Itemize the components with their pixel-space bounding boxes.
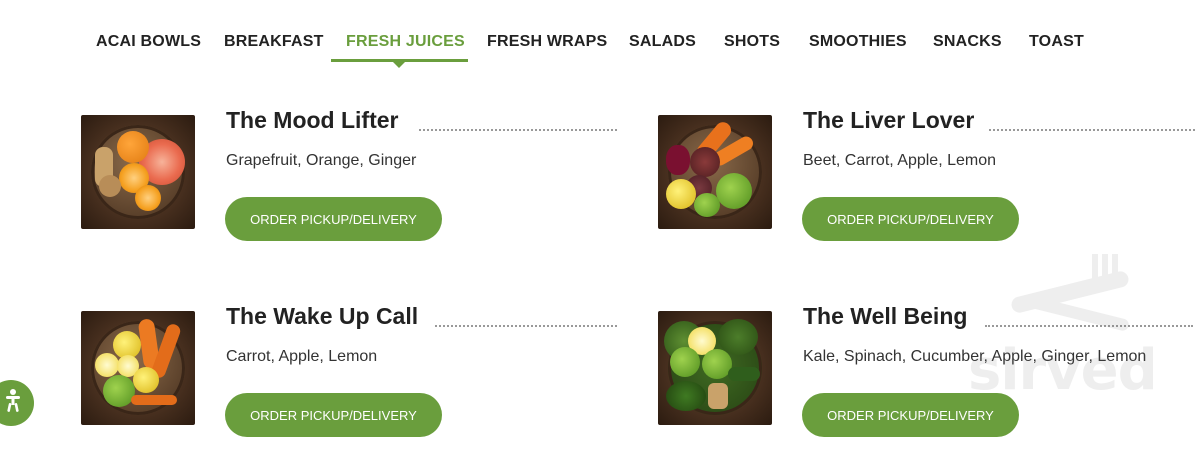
item-ingredients: Carrot, Apple, Lemon xyxy=(226,348,378,365)
tab-acai-bowls[interactable]: ACAI BOWLS xyxy=(96,33,201,51)
active-tab-caret-icon xyxy=(393,62,405,68)
tab-salads[interactable]: SALADS xyxy=(629,33,696,51)
divider-dots xyxy=(419,129,617,131)
accessibility-button[interactable] xyxy=(0,380,34,426)
menu-item: The Mood Lifter Grapefruit, Orange, Ging… xyxy=(81,107,641,255)
watermark-text: sirved xyxy=(968,338,1158,403)
accessibility-person-icon xyxy=(6,389,20,412)
item-name: The Mood Lifter xyxy=(226,107,399,133)
sirved-watermark: sirved xyxy=(960,250,1160,420)
menu-item: The Liver Lover Beet, Carrot, Apple, Lem… xyxy=(658,107,1204,255)
item-image xyxy=(658,115,772,229)
tab-shots[interactable]: SHOTS xyxy=(724,33,780,51)
item-image xyxy=(81,311,195,425)
tab-smoothies[interactable]: SMOOTHIES xyxy=(809,33,907,51)
item-name: The Liver Lover xyxy=(803,107,975,133)
tab-fresh-juices[interactable]: FRESH JUICES xyxy=(346,33,465,51)
divider-dots xyxy=(435,325,617,327)
tab-toast[interactable]: TOAST xyxy=(1029,33,1084,51)
item-image xyxy=(81,115,195,229)
order-pickup-delivery-button[interactable]: ORDER PICKUP/DELIVERY xyxy=(802,197,1019,241)
order-pickup-delivery-button[interactable]: ORDER PICKUP/DELIVERY xyxy=(225,197,442,241)
divider-dots xyxy=(989,129,1195,131)
item-name: The Well Being xyxy=(803,303,968,329)
item-name: The Wake Up Call xyxy=(226,303,419,329)
order-pickup-delivery-button[interactable]: ORDER PICKUP/DELIVERY xyxy=(225,393,442,437)
tab-fresh-wraps[interactable]: FRESH WRAPS xyxy=(487,33,607,51)
menu-item: The Wake Up Call Carrot, Apple, Lemon OR… xyxy=(81,303,641,451)
tab-snacks[interactable]: SNACKS xyxy=(933,33,1002,51)
item-ingredients: Grapefruit, Orange, Ginger xyxy=(226,152,417,169)
category-tabs: ACAI BOWLS BREAKFAST FRESH JUICES FRESH … xyxy=(0,0,1204,70)
tab-breakfast[interactable]: BREAKFAST xyxy=(224,33,324,51)
item-image xyxy=(658,311,772,425)
item-ingredients: Beet, Carrot, Apple, Lemon xyxy=(803,152,996,169)
fork-knife-icon xyxy=(1011,254,1129,331)
